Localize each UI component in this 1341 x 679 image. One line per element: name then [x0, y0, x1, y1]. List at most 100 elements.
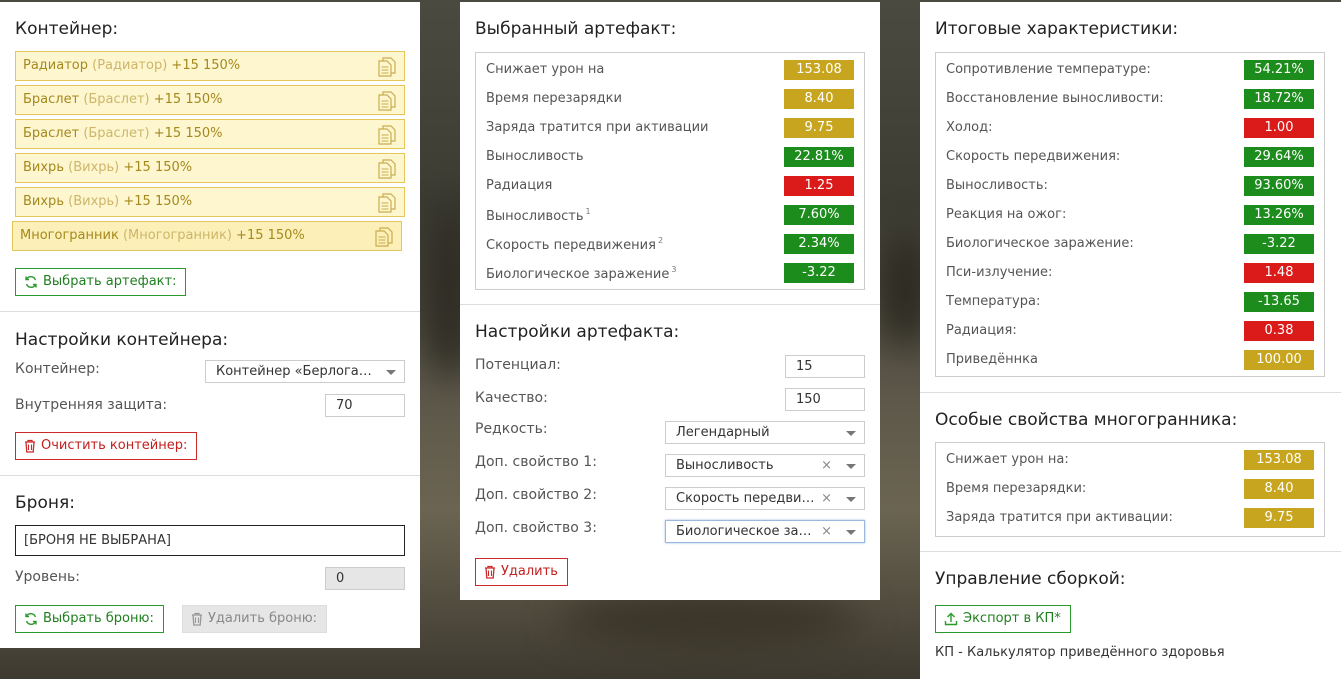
stat-row: Реакция на ожог: 13.26% — [946, 205, 1314, 225]
stat-value: 8.40 — [1244, 479, 1314, 499]
copy-icon[interactable] — [378, 57, 396, 77]
build-title: Управление сборкой: — [935, 569, 1126, 589]
stat-row: Биологическое заражение: -3.22 — [946, 234, 1314, 254]
clear-icon[interactable]: × — [821, 521, 832, 542]
clear-icon[interactable]: × — [821, 455, 832, 476]
chevron-down-icon[interactable] — [846, 464, 856, 469]
stat-label: Биологическое заражение 3 — [486, 265, 677, 282]
stat-label: Пси-излучение: — [946, 265, 1053, 280]
extra2-select[interactable]: Скорость передви… × — [665, 487, 865, 510]
copy-icon[interactable] — [375, 227, 393, 247]
container-slot[interactable]: Вихрь (Вихрь) +15 150% — [15, 153, 405, 183]
stat-value: 22.81% — [784, 147, 854, 167]
extra3-label: Доп. свойство 3: — [475, 520, 597, 536]
armor-field[interactable]: [БРОНЯ НЕ ВЫБРАНА] — [15, 525, 405, 556]
level-label: Уровень: — [15, 569, 80, 585]
chevron-down-icon[interactable] — [846, 431, 856, 436]
divider — [460, 304, 880, 305]
copy-icon[interactable] — [378, 91, 396, 111]
level-input[interactable]: 0 — [325, 567, 405, 590]
totals-box: Сопротивление температуре: 54.21% Восстано… — [935, 52, 1325, 377]
export-button[interactable]: Экспорт в КП* — [935, 605, 1071, 633]
rarity-select[interactable]: Легендарный — [665, 421, 865, 444]
stat-value: 1.48 — [1244, 263, 1314, 283]
stat-value: 2.34% — [784, 234, 854, 254]
artifact-stats-box: Снижает урон на 153.08 Время перезарядки 8.… — [475, 52, 865, 290]
stat-label: Время перезарядки — [486, 91, 622, 106]
slot-subname: (Браслет) — [83, 126, 150, 141]
slot-name: Радиатор — [23, 58, 88, 73]
slot-name: Вихрь — [23, 194, 64, 209]
delete-artifact-button[interactable]: Удалить — [475, 558, 568, 586]
stat-row: Холод: 1.00 — [946, 118, 1314, 138]
extra2-label: Доп. свойство 2: — [475, 487, 597, 503]
stat-footnote-mark: 1 — [585, 207, 591, 216]
stat-value: 0.38 — [1244, 321, 1314, 341]
extra1-select-value: Выносливость — [676, 458, 774, 473]
chevron-down-icon[interactable] — [846, 497, 856, 502]
stat-value: 153.08 — [1244, 450, 1314, 470]
delete-armor-button[interactable]: Удалить броню: — [182, 605, 328, 633]
chevron-down-icon[interactable] — [846, 530, 856, 535]
stat-row: Снижает урон на 153.08 — [486, 60, 854, 80]
clear-container-button[interactable]: Очистить контейнер: — [15, 432, 198, 460]
stat-row: Пси-излучение: 1.48 — [946, 263, 1314, 283]
extra1-select[interactable]: Выносливость × — [665, 454, 865, 477]
potential-input[interactable]: 15 — [785, 355, 865, 378]
copy-icon[interactable] — [378, 125, 396, 145]
stat-value: 9.75 — [1244, 508, 1314, 528]
stat-value: 8.40 — [784, 89, 854, 109]
trash-icon — [485, 565, 495, 579]
trash-icon — [192, 612, 202, 626]
inner-protection-input[interactable]: 70 — [325, 394, 405, 417]
stat-label: Радиация — [486, 178, 553, 193]
extra1-label: Доп. свойство 1: — [475, 454, 597, 470]
stat-value: 1.25 — [784, 176, 854, 196]
copy-icon[interactable] — [378, 193, 396, 213]
stat-value: 1.00 — [1244, 118, 1314, 138]
quality-input[interactable]: 150 — [785, 388, 865, 411]
chevron-down-icon[interactable] — [386, 370, 396, 375]
choose-artifact-button[interactable]: Выбрать артефакт: — [15, 268, 187, 296]
stat-label: Снижает урон на: — [946, 452, 1069, 467]
stat-row: Выносливость 22.81% — [486, 147, 854, 167]
container-slot[interactable]: Браслет (Браслет) +15 150% — [15, 119, 405, 149]
stat-row: Приведённка 100.00 — [946, 350, 1314, 370]
stat-label: Скорость передвижения: — [946, 149, 1121, 164]
artifact-settings-title: Настройки артефакта: — [475, 322, 680, 342]
stat-value: 9.75 — [784, 118, 854, 138]
container-slot[interactable]: Браслет (Браслет) +15 150% — [15, 85, 405, 115]
slot-subname: (Многогранник) — [122, 228, 232, 243]
extra3-select[interactable]: Биологическое за… × — [665, 520, 865, 543]
clear-icon[interactable]: × — [821, 488, 832, 509]
stat-row: Выносливость 1 7.60% — [486, 205, 854, 225]
stat-label: Заряда тратится при активации — [486, 120, 709, 135]
container-slot[interactable]: Вихрь (Вихрь) +15 150% — [15, 187, 405, 217]
stat-row: Восстановление выносливости: 18.72% — [946, 89, 1314, 109]
container-slot[interactable]: Многогранник (Многогранник) +15 150% — [12, 221, 402, 251]
slot-bonus: +15 150% — [123, 160, 193, 175]
stat-label: Снижает урон на — [486, 62, 605, 77]
stat-row: Биологическое заражение 3 -3.22 — [486, 263, 854, 283]
stat-label: Холод: — [946, 120, 993, 135]
stat-value: 153.08 — [784, 60, 854, 80]
container-slot[interactable]: Радиатор (Радиатор) +15 150% — [15, 51, 405, 81]
slot-subname: (Вихрь) — [68, 160, 120, 175]
divider — [0, 475, 420, 476]
stat-label: Восстановление выносливости: — [946, 91, 1164, 106]
inner-protection-label: Внутренняя защита: — [15, 397, 168, 413]
container-select[interactable]: Контейнер «Берлога… — [205, 360, 405, 383]
stat-row: Заряда тратится при активации: 9.75 — [946, 508, 1314, 528]
upload-icon — [944, 612, 958, 626]
middle-panel: Выбранный артефакт: Снижает урон на 153.0… — [460, 2, 880, 600]
special-title: Особые свойства многогранника: — [935, 410, 1238, 430]
totals-title: Итоговые характеристики: — [935, 19, 1179, 39]
copy-icon[interactable] — [378, 159, 396, 179]
selected-artifact-title: Выбранный артефакт: — [475, 19, 677, 39]
stat-label: Температура: — [946, 294, 1041, 309]
slot-name: Многогранник — [20, 228, 119, 243]
stat-label: Сопротивление температуре: — [946, 62, 1151, 77]
choose-armor-button[interactable]: Выбрать броню: — [15, 605, 164, 633]
stat-row: Время перезарядки: 8.40 — [946, 479, 1314, 499]
stat-label: Радиация: — [946, 323, 1017, 338]
